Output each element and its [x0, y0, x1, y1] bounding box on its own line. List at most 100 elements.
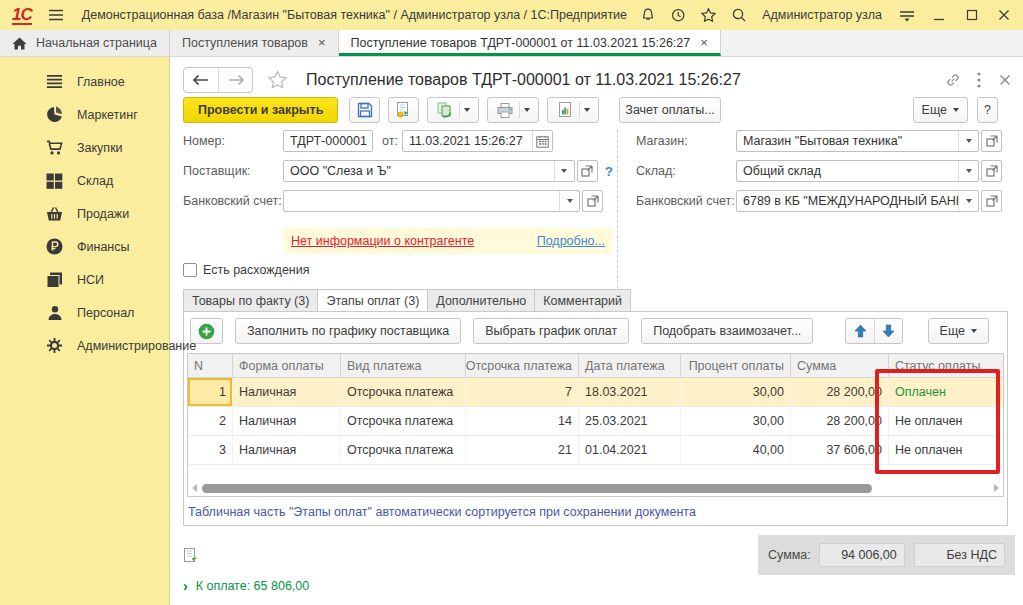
date-input[interactable]: 11.03.2021 15:26:27 — [402, 130, 553, 152]
notifications-bell-icon[interactable] — [639, 4, 657, 26]
scroll-right-icon[interactable] — [994, 484, 999, 492]
favorites-star-icon[interactable] — [700, 4, 718, 26]
cell-payment-type[interactable]: Отсрочка платежа — [341, 407, 466, 435]
cell-payment-delay[interactable]: 7 — [466, 378, 579, 406]
create-based-on-button[interactable] — [427, 97, 479, 123]
help-button[interactable]: ? — [977, 97, 998, 123]
sidebar-item-personal[interactable]: Персонал — [0, 296, 169, 329]
bank-account-open-icon[interactable] — [582, 190, 603, 212]
col-sum[interactable]: Сумма — [791, 354, 889, 377]
move-row-down-button[interactable] — [874, 319, 902, 343]
get-link-icon[interactable] — [945, 68, 961, 92]
tab-close-icon-active[interactable]: × — [700, 38, 708, 48]
service-menu-icon[interactable] — [898, 4, 916, 26]
sidebar-item-zakupki[interactable]: Закупки — [0, 131, 169, 164]
calendar-icon[interactable] — [532, 131, 552, 151]
number-input[interactable]: ТДРТ-000001 — [283, 130, 373, 152]
back-button[interactable] — [184, 68, 218, 92]
history-icon[interactable] — [669, 4, 687, 26]
forward-button[interactable] — [218, 68, 252, 92]
warehouse-dropdown-icon[interactable] — [958, 161, 978, 181]
scrollbar-thumb[interactable] — [202, 484, 872, 493]
save-button[interactable] — [349, 97, 380, 123]
supplier-dropdown-icon[interactable] — [554, 161, 574, 181]
offset-payment-button[interactable]: Зачет оплаты... — [619, 97, 720, 123]
details-link[interactable]: Подробно... — [537, 234, 605, 248]
choose-payment-schedule-button[interactable]: Выбрать график оплат — [473, 318, 629, 344]
table-row-2[interactable]: 2 Наличная Отсрочка платежа 14 25.03.202… — [188, 407, 1003, 436]
bank-account2-dropdown-icon[interactable] — [958, 191, 978, 211]
cell-sum[interactable]: 28 200,00 — [791, 407, 889, 435]
bank-account-input[interactable] — [283, 190, 580, 212]
print-button[interactable] — [487, 97, 539, 123]
main-menu-icon[interactable] — [48, 9, 64, 21]
favorite-star-icon[interactable] — [267, 70, 288, 90]
close-document-icon[interactable] — [997, 68, 1013, 92]
current-user[interactable]: Администратор узла — [762, 8, 882, 22]
to-pay-link[interactable]: › К оплате: 65 806,00 — [183, 578, 309, 594]
bank-account2-open-icon[interactable] — [981, 190, 1002, 212]
no-counterparty-info-link[interactable]: Нет информации о контрагенте — [291, 234, 474, 248]
minimize-button[interactable] — [930, 4, 948, 26]
cell-n[interactable]: 3 — [188, 436, 233, 464]
bank-account-dropdown-icon[interactable] — [559, 191, 579, 211]
subtab-tovary-po-faktu[interactable]: Товары по факту (3) — [183, 289, 317, 312]
cell-payment-status[interactable]: Не оплачен — [889, 407, 1003, 435]
supplier-help-icon[interactable]: ? — [605, 164, 613, 179]
tab-home[interactable]: Начальная страница — [0, 30, 170, 56]
cell-payment-delay[interactable]: 21 — [466, 436, 579, 464]
warehouse-open-icon[interactable] — [981, 160, 1002, 182]
cell-n[interactable]: 2 — [188, 407, 233, 435]
cell-sum[interactable]: 37 606,00 — [791, 436, 889, 464]
col-payment-delay[interactable]: Отсрочка платежа — [466, 354, 579, 377]
store-dropdown-icon[interactable] — [958, 131, 978, 151]
tab-postuplenie-dokument[interactable]: Поступление товаров ТДРТ-000001 от 11.03… — [339, 30, 721, 56]
tab-close-icon[interactable]: × — [318, 38, 326, 48]
col-payment-type[interactable]: Вид платежа — [341, 354, 466, 377]
cell-payment-percent[interactable]: 30,00 — [681, 407, 791, 435]
pick-mutual-offset-button[interactable]: Подобрать взаимозачет... — [641, 318, 813, 344]
col-payment-status[interactable]: Статус оплаты — [889, 354, 1003, 377]
cell-payment-type[interactable]: Отсрочка платежа — [341, 378, 466, 406]
col-payment-form[interactable]: Форма оплаты — [233, 354, 341, 377]
cell-n[interactable]: 1 — [188, 378, 233, 406]
cell-payment-date[interactable]: 25.03.2021 — [579, 407, 681, 435]
store-input[interactable]: Магазин "Бытовая техника" — [736, 130, 979, 152]
scroll-left-icon[interactable] — [192, 484, 197, 492]
supplier-input[interactable]: ООО "Слеза и Ъ" — [283, 160, 575, 182]
more-kebab-icon[interactable] — [971, 68, 987, 92]
cell-payment-form[interactable]: Наличная — [233, 436, 341, 464]
reports-button[interactable] — [547, 97, 599, 123]
cell-payment-form[interactable]: Наличная — [233, 378, 341, 406]
horizontal-scrollbar[interactable] — [188, 481, 1003, 496]
cell-payment-percent[interactable]: 40,00 — [681, 436, 791, 464]
col-n[interactable]: N — [188, 354, 233, 377]
store-open-icon[interactable] — [981, 130, 1002, 152]
supplier-open-icon[interactable] — [577, 160, 598, 182]
discrepancy-checkbox-row[interactable]: Есть расхождения — [183, 263, 310, 277]
cell-payment-type[interactable]: Отсрочка платежа — [341, 436, 466, 464]
cell-payment-percent[interactable]: 30,00 — [681, 378, 791, 406]
table-row-3[interactable]: 3 Наличная Отсрочка платежа 21 01.04.202… — [188, 436, 1003, 465]
col-payment-percent[interactable]: Процент оплаты — [681, 354, 791, 377]
cell-sum[interactable]: 28 200,00 — [791, 378, 889, 406]
table-row-1[interactable]: 1 Наличная Отсрочка платежа 7 18.03.2021… — [188, 378, 1003, 407]
post-and-close-button[interactable]: Провести и закрыть — [183, 97, 338, 123]
table-more-button[interactable]: Еще — [928, 318, 989, 344]
cell-payment-form[interactable]: Наличная — [233, 407, 341, 435]
sidebar-item-glavnoe[interactable]: Главное — [0, 65, 169, 98]
search-icon[interactable] — [730, 4, 748, 26]
sidebar-item-marketing[interactable]: Маркетинг — [0, 98, 169, 131]
subtab-kommentariy[interactable]: Комментарий — [534, 289, 631, 312]
sidebar-item-sklad[interactable]: Склад — [0, 164, 169, 197]
post-document-button[interactable] — [388, 97, 419, 123]
subtab-etapy-oplat[interactable]: Этапы оплат (3) — [317, 289, 427, 312]
sidebar-item-nsi[interactable]: НСИ — [0, 263, 169, 296]
cell-payment-delay[interactable]: 14 — [466, 407, 579, 435]
cell-payment-status[interactable]: Оплачен — [889, 378, 1003, 406]
discrepancy-checkbox[interactable] — [183, 263, 197, 277]
tab-postupleniya-tovarov[interactable]: Поступления товаров × — [170, 30, 339, 56]
sidebar-item-finansy[interactable]: Финансы — [0, 230, 169, 263]
close-window-button[interactable] — [995, 4, 1013, 26]
fill-by-supplier-schedule-button[interactable]: Заполнить по графику поставщика — [235, 318, 461, 344]
